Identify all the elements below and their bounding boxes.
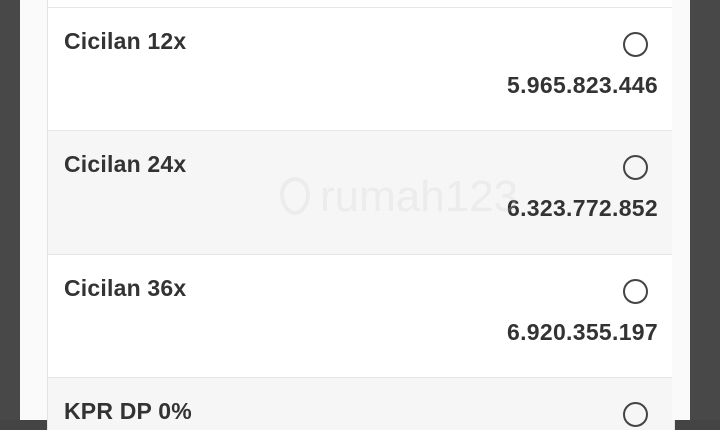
option-amount: 5.965.823.446	[507, 72, 658, 98]
page-gutter-right	[672, 0, 690, 420]
payment-option-cicilan-12x[interactable]: Cicilan 12x 5.965.823.446	[48, 7, 674, 130]
payment-option-cicilan-36x[interactable]: Cicilan 36x 6.920.355.197	[48, 254, 674, 377]
payment-option-cicilan-24x[interactable]: Cicilan 24x 6.323.772.852	[48, 130, 674, 254]
option-label: Cicilan 12x	[64, 28, 187, 54]
option-label: KPR DP 0%	[64, 398, 192, 424]
option-label: Cicilan 36x	[64, 275, 187, 301]
option-label: Cicilan 24x	[64, 151, 187, 177]
radio-button-cicilan-24x[interactable]	[623, 155, 648, 180]
option-amount: 6.323.772.852	[507, 195, 658, 221]
radio-button-kpr-dp-0[interactable]	[623, 402, 648, 427]
radio-button-cicilan-36x[interactable]	[623, 279, 648, 304]
radio-button-cicilan-12x[interactable]	[623, 32, 648, 57]
window-frame-left	[0, 0, 20, 420]
window-frame-right	[690, 0, 720, 420]
payment-options-list: Cicilan 12x 5.965.823.446 Cicilan 24x 6.…	[47, 0, 675, 430]
option-amount: 6.920.355.197	[507, 319, 658, 345]
payment-option-kpr-dp-0[interactable]: KPR DP 0%	[48, 377, 674, 430]
page-gutter-left	[20, 0, 48, 420]
